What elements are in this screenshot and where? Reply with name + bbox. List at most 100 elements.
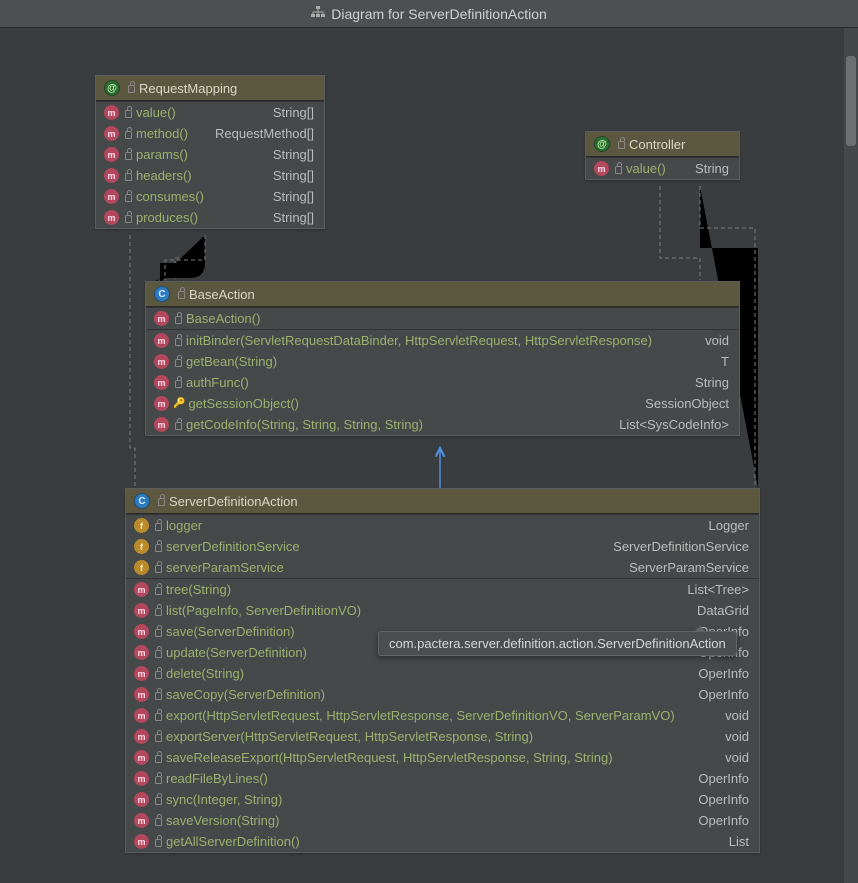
- method-row: msaveCopy(ServerDefinition)OperInfo: [126, 684, 759, 705]
- method-row: m🔑getSessionObject()SessionObject: [146, 393, 739, 414]
- lock-icon: [178, 291, 185, 299]
- method-row: mlist(PageInfo, ServerDefinitionVO)DataG…: [126, 600, 759, 621]
- class-base-action[interactable]: C BaseAction mBaseAction() minitBinder(S…: [145, 281, 740, 436]
- method-row: mBaseAction(): [146, 308, 739, 329]
- key-icon: 🔑: [173, 398, 185, 409]
- class-name: BaseAction: [189, 287, 255, 302]
- annotation-icon: @: [104, 80, 120, 96]
- method-section: mvalue()String[] mmethod()RequestMethod[…: [96, 101, 324, 228]
- constructor-section: mBaseAction(): [146, 307, 739, 329]
- lock-icon: [155, 523, 162, 531]
- class-name: ServerDefinitionAction: [169, 494, 298, 509]
- lock-icon: [175, 316, 182, 324]
- lock-icon: [155, 565, 162, 573]
- diagram-canvas[interactable]: @ RequestMapping mvalue()String[] mmetho…: [0, 28, 858, 883]
- lock-icon: [155, 650, 162, 658]
- method-icon: m: [134, 708, 149, 723]
- lock-icon: [155, 776, 162, 784]
- lock-icon: [158, 498, 165, 506]
- method-row: mgetBean(String)T: [146, 351, 739, 372]
- method-icon: m: [134, 645, 149, 660]
- class-header: @ RequestMapping: [96, 76, 324, 101]
- method-row: mexport(HttpServletRequest, HttpServletR…: [126, 705, 759, 726]
- method-row: mproduces()String[]: [96, 207, 324, 228]
- field-row: floggerLogger: [126, 515, 759, 536]
- method-icon: m: [104, 189, 119, 204]
- class-header: @ Controller: [586, 132, 739, 157]
- field-row: fserverParamServiceServerParamService: [126, 557, 759, 578]
- tooltip: com.pactera.server.definition.action.Ser…: [378, 631, 737, 656]
- lock-icon: [155, 544, 162, 552]
- lock-icon: [125, 110, 132, 118]
- window-titlebar: Diagram for ServerDefinitionAction: [0, 0, 858, 28]
- class-controller[interactable]: @ Controller mvalue()String: [585, 131, 740, 180]
- lock-icon: [155, 692, 162, 700]
- class-header: C ServerDefinitionAction: [126, 489, 759, 514]
- method-row: mgetAllServerDefinition()List: [126, 831, 759, 852]
- lock-icon: [155, 608, 162, 616]
- method-icon: m: [134, 666, 149, 681]
- method-icon: m: [154, 396, 169, 411]
- method-row: mauthFunc()String: [146, 372, 739, 393]
- method-row: mmethod()RequestMethod[]: [96, 123, 324, 144]
- lock-icon: [128, 85, 135, 93]
- method-row: mtree(String)List<Tree>: [126, 579, 759, 600]
- lock-icon: [175, 359, 182, 367]
- method-row: mgetCodeInfo(String, String, String, Str…: [146, 414, 739, 435]
- class-request-mapping[interactable]: @ RequestMapping mvalue()String[] mmetho…: [95, 75, 325, 229]
- class-header: C BaseAction: [146, 282, 739, 307]
- method-icon: m: [134, 603, 149, 618]
- field-icon: f: [134, 539, 149, 554]
- method-icon: m: [104, 105, 119, 120]
- lock-icon: [615, 166, 622, 174]
- method-row: mexportServer(HttpServletRequest, HttpSe…: [126, 726, 759, 747]
- method-icon: m: [134, 834, 149, 849]
- method-icon: m: [594, 161, 609, 176]
- method-icon: m: [104, 126, 119, 141]
- method-row: msaveReleaseExport(HttpServletRequest, H…: [126, 747, 759, 768]
- method-icon: m: [134, 624, 149, 639]
- field-icon: f: [134, 560, 149, 575]
- lock-icon: [125, 131, 132, 139]
- lock-icon: [155, 755, 162, 763]
- annotation-icon: @: [594, 136, 610, 152]
- method-row: msaveVersion(String)OperInfo: [126, 810, 759, 831]
- method-row: mparams()String[]: [96, 144, 324, 165]
- vertical-scrollbar[interactable]: [844, 28, 858, 883]
- lock-icon: [155, 797, 162, 805]
- method-row: mdelete(String)OperInfo: [126, 663, 759, 684]
- field-row: fserverDefinitionServiceServerDefinition…: [126, 536, 759, 557]
- method-icon: m: [134, 750, 149, 765]
- class-icon: C: [134, 493, 150, 509]
- method-icon: m: [104, 168, 119, 183]
- method-row: mconsumes()String[]: [96, 186, 324, 207]
- method-icon: m: [104, 210, 119, 225]
- hierarchy-icon: [311, 6, 325, 21]
- lock-icon: [155, 713, 162, 721]
- method-icon: m: [134, 813, 149, 828]
- lock-icon: [155, 671, 162, 679]
- class-name: RequestMapping: [139, 81, 237, 96]
- lock-icon: [155, 587, 162, 595]
- method-icon: m: [134, 771, 149, 786]
- method-icon: m: [154, 354, 169, 369]
- method-row: mvalue()String[]: [96, 102, 324, 123]
- class-icon: C: [154, 286, 170, 302]
- tooltip-text: com.pactera.server.definition.action.Ser…: [389, 636, 726, 651]
- method-row: mvalue()String: [586, 158, 739, 179]
- method-icon: m: [134, 582, 149, 597]
- method-icon: m: [154, 375, 169, 390]
- field-icon: f: [134, 518, 149, 533]
- class-server-definition-action[interactable]: C ServerDefinitionAction floggerLogger f…: [125, 488, 760, 853]
- method-row: msync(Integer, String)OperInfo: [126, 789, 759, 810]
- scrollbar-thumb[interactable]: [846, 56, 856, 146]
- method-icon: m: [154, 417, 169, 432]
- lock-icon: [125, 152, 132, 160]
- method-section: mvalue()String: [586, 157, 739, 179]
- lock-icon: [155, 839, 162, 847]
- lock-icon: [125, 194, 132, 202]
- window-title: Diagram for ServerDefinitionAction: [331, 6, 547, 22]
- method-icon: m: [134, 687, 149, 702]
- lock-icon: [175, 380, 182, 388]
- lock-icon: [155, 818, 162, 826]
